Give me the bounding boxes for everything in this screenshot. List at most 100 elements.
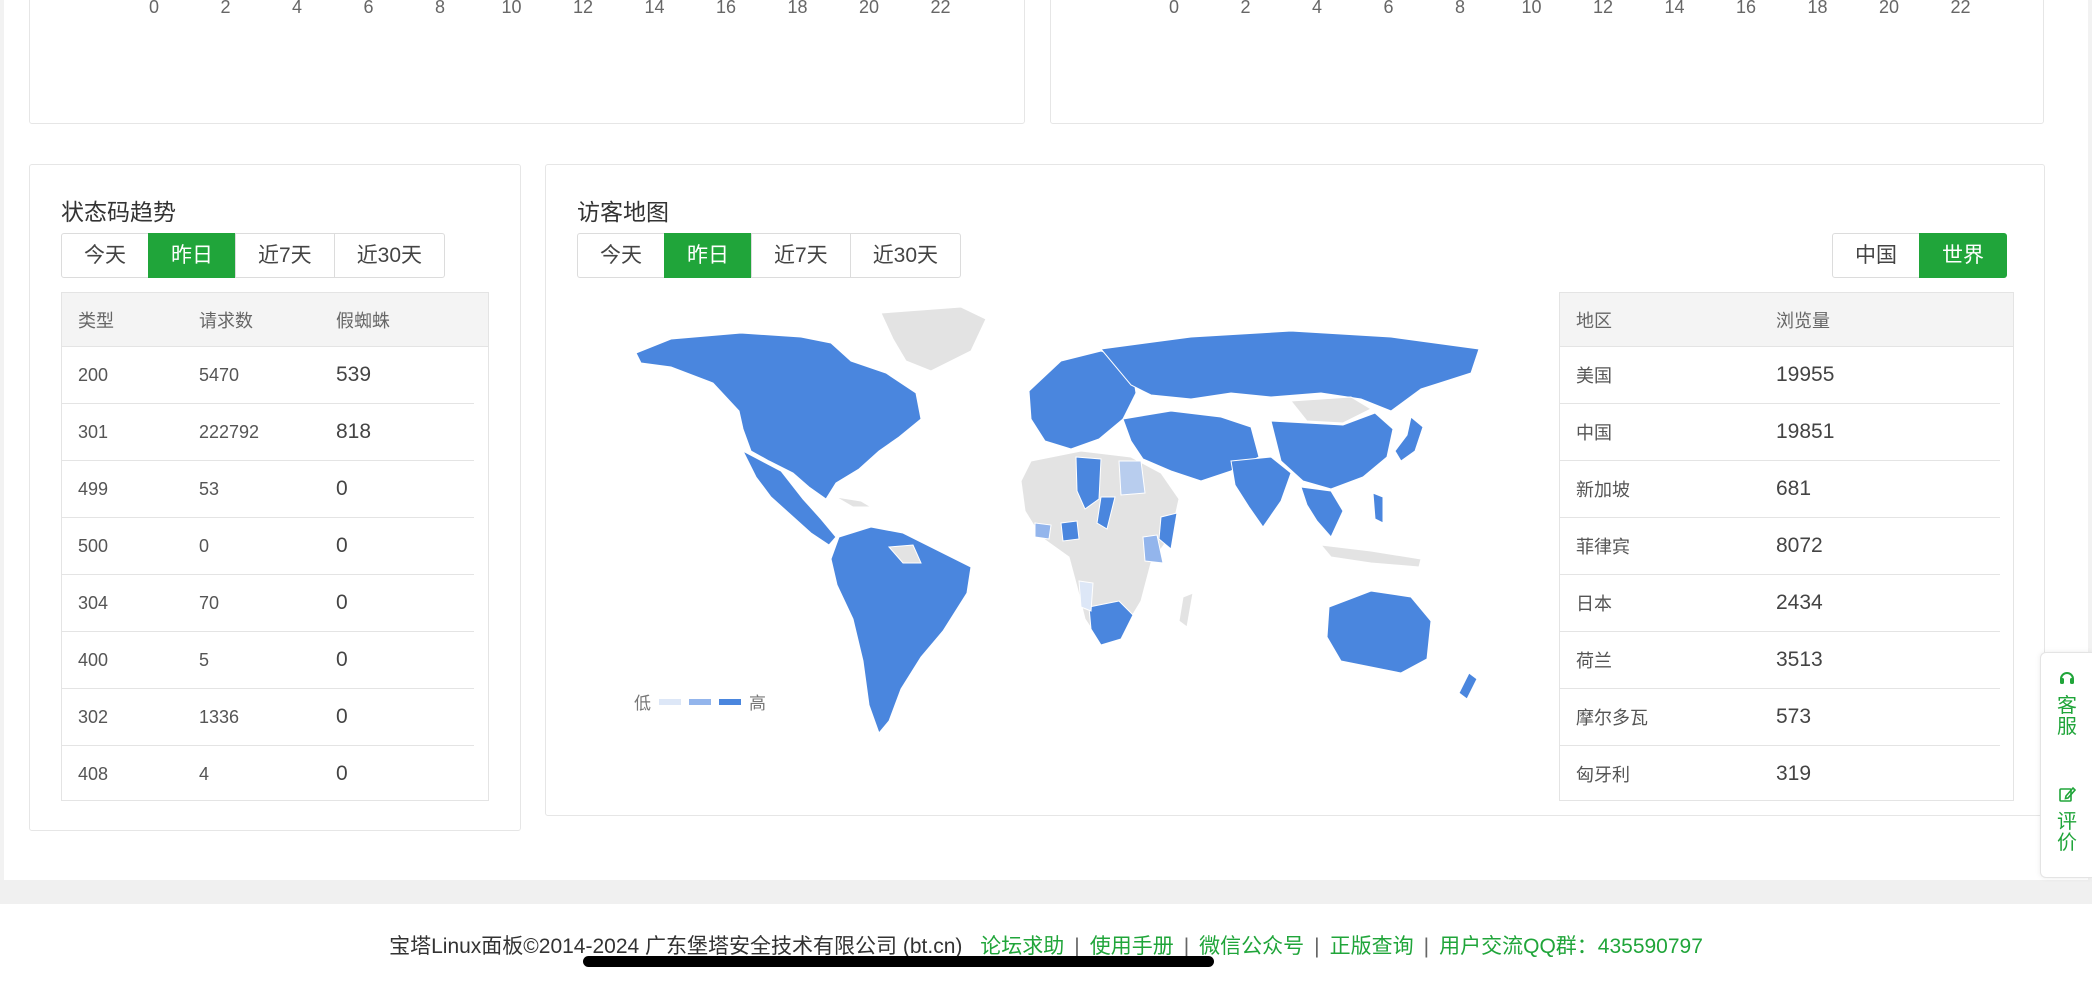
map-caribbean <box>835 496 873 508</box>
table-cell: 573 <box>1776 705 1812 728</box>
x-tick-label: 6 <box>1383 0 1394 17</box>
table-cell: 539 <box>336 363 372 386</box>
table-cell: 500 <box>78 535 109 556</box>
x-tick-label: 14 <box>644 0 665 17</box>
customer-service-button[interactable]: 客服 <box>2041 669 2092 738</box>
map-egypt <box>1118 460 1146 496</box>
footer-link[interactable]: 正版查询 <box>1330 935 1414 958</box>
tab-visitor-1[interactable]: 昨日 <box>664 233 752 278</box>
tab-status-3[interactable]: 近30天 <box>333 233 446 278</box>
table-row: 304 70 0 <box>62 575 474 632</box>
column-header: 浏览量 <box>1776 310 1830 331</box>
x-tick-label: 4 <box>1311 0 1323 17</box>
table-cell: 319 <box>1776 762 1812 785</box>
review-label: 评价 <box>2057 811 2077 854</box>
x-tick-label: 2 <box>220 0 231 17</box>
table-row: 400 5 0 <box>62 632 474 689</box>
tab-status-2[interactable]: 近7天 <box>235 233 335 278</box>
footer-link[interactable]: 使用手册 <box>1090 935 1174 958</box>
x-tick-label: 12 <box>1592 0 1614 17</box>
table-cell: 0 <box>336 762 348 785</box>
legend-swatch-mid <box>689 698 711 705</box>
x-tick-label: 16 <box>1735 0 1757 17</box>
map-russia <box>1100 330 1480 412</box>
table-row: 新加坡 681 <box>1560 461 2000 518</box>
map-japan <box>1394 416 1424 462</box>
tab-visitor-2[interactable]: 近7天 <box>751 233 851 278</box>
tab-status-0[interactable]: 今天 <box>61 233 149 278</box>
x-tick-label: 18 <box>787 0 808 17</box>
table-cell: 0 <box>336 477 348 500</box>
x-tick-label: 22 <box>1950 0 1971 17</box>
table-header: 地区 浏览量 <box>1560 293 2013 347</box>
legend-swatch-low <box>659 698 681 705</box>
copyright-text: 宝塔Linux面板©2014-2024 广东堡塔安全技术有限公司 (bt.cn) <box>389 935 963 958</box>
table-cell: 400 <box>78 649 109 670</box>
status-date-tabs: 今天 昨日 近7天 近30天 <box>61 233 446 278</box>
tab-status-1[interactable]: 昨日 <box>148 233 236 278</box>
table-cell: 0 <box>336 705 348 728</box>
table-cell: 53 <box>199 478 220 499</box>
footer-link[interactable]: 微信公众号 <box>1199 935 1304 958</box>
footer-link[interactable]: 用户交流QQ群：435590797 <box>1439 935 1703 958</box>
tab-scope-0[interactable]: 中国 <box>1832 233 1920 278</box>
tab-visitor-0[interactable]: 今天 <box>577 233 665 278</box>
headset-icon <box>2060 672 2074 684</box>
table-cell: 408 <box>78 763 109 784</box>
x-axis-ticks: 0 2 4 6 8 10 12 14 16 18 20 22 <box>30 0 1024 19</box>
review-button[interactable]: 评价 <box>2041 785 2092 854</box>
table-cell: 200 <box>78 364 109 385</box>
table-cell: 中国 <box>1576 423 1612 443</box>
footer-separator: | <box>1314 935 1320 958</box>
table-row: 500 0 0 <box>62 518 474 575</box>
x-tick-label: 22 <box>930 0 951 17</box>
column-header: 请求数 <box>199 310 253 331</box>
table-cell: 美国 <box>1576 366 1612 386</box>
footer-link[interactable]: 论坛求助 <box>980 935 1064 958</box>
x-tick-label: 18 <box>1807 0 1828 17</box>
edit-icon <box>2059 786 2077 802</box>
customer-service-label: 客服 <box>2057 695 2077 738</box>
map-scope-tabs: 中国 世界 <box>1832 233 2007 278</box>
table-cell: 5470 <box>199 364 240 385</box>
table-cell: 新加坡 <box>1576 480 1630 500</box>
map-indonesia <box>1319 544 1422 568</box>
table-row: 408 4 0 <box>62 746 474 800</box>
table-cell: 0 <box>199 535 210 556</box>
legend-swatch-high <box>719 698 741 705</box>
table-row: 302 1336 0 <box>62 689 474 746</box>
column-header: 地区 <box>1576 310 1612 331</box>
x-tick-label: 20 <box>858 0 880 17</box>
legend-high-label: 高 <box>749 694 766 713</box>
table-row: 200 5470 539 <box>62 347 474 404</box>
footer-separator: | <box>1423 935 1430 958</box>
table-cell: 4 <box>199 763 210 784</box>
tab-scope-1[interactable]: 世界 <box>1919 233 2007 278</box>
table-cell: 8072 <box>1776 534 1823 557</box>
x-tick-label: 2 <box>1240 0 1251 17</box>
table-cell: 70 <box>199 592 220 613</box>
map-namibia <box>1078 580 1094 612</box>
map-west-africa <box>1034 522 1052 540</box>
top-left-chart-panel: 0 2 4 6 8 10 12 14 16 18 20 22 <box>29 0 1025 124</box>
table-cell: 222792 <box>199 421 260 442</box>
table-cell: 302 <box>78 706 109 727</box>
table-cell: 匈牙利 <box>1576 765 1630 785</box>
world-map[interactable] <box>631 301 1481 741</box>
table-row: 菲律宾 8072 <box>1560 518 2000 575</box>
x-tick-label: 4 <box>291 0 303 17</box>
floating-side-bar: 客服 评价 <box>2040 652 2092 878</box>
tab-visitor-3[interactable]: 近30天 <box>849 233 962 278</box>
table-cell: 19851 <box>1776 420 1835 443</box>
x-tick-label: 10 <box>1521 0 1542 17</box>
table-cell: 301 <box>78 421 109 442</box>
map-madagascar <box>1178 592 1194 628</box>
x-tick-label: 6 <box>363 0 374 17</box>
panel-title: 状态码趋势 <box>61 199 176 225</box>
table-cell: 2434 <box>1776 591 1823 614</box>
table-cell: 0 <box>336 591 348 614</box>
table-cell: 菲律宾 <box>1576 537 1630 557</box>
table-cell: 499 <box>78 478 109 499</box>
table-row: 301 222792 818 <box>62 404 474 461</box>
table-body: 200 5470 539 301 222792 818 499 53 0 500 0 0 304 70 0 4… <box>62 347 488 800</box>
